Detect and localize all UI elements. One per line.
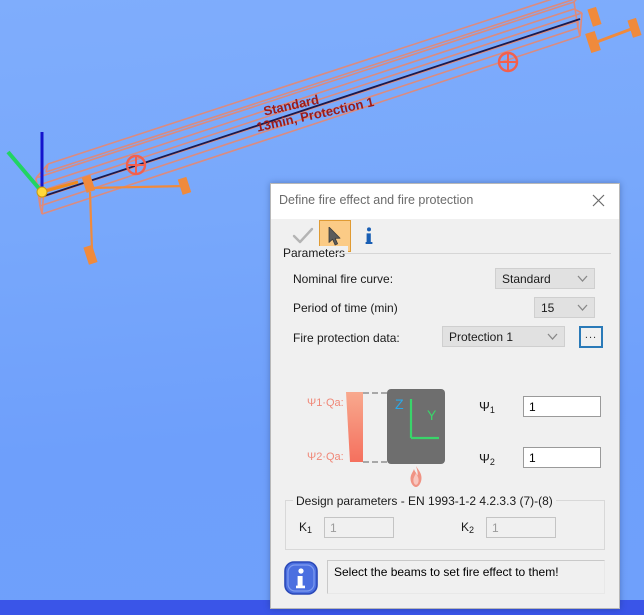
leader-line-top <box>363 392 387 394</box>
psi-2-input[interactable]: 1 <box>523 447 601 468</box>
close-button[interactable] <box>577 184 619 217</box>
psi-1-value: 1 <box>529 400 536 414</box>
check-icon <box>292 227 314 244</box>
nominal-fire-curve-value: Standard <box>502 272 551 286</box>
psi-2-symbol: Ψ <box>479 451 490 466</box>
section-axes-icon: Z Y <box>395 396 439 440</box>
k1-value: 1 <box>330 521 337 535</box>
psi-2-value: 1 <box>529 451 536 465</box>
info-icon <box>365 226 373 244</box>
period-of-time-select[interactable]: 15 <box>534 297 595 318</box>
dialog-title: Define fire effect and fire protection <box>279 193 474 207</box>
parameters-group-rule <box>335 253 611 254</box>
k1-subscript: 1 <box>307 525 313 535</box>
section-marker <box>125 154 147 176</box>
section-marker <box>497 51 519 73</box>
load-distribution-diagram <box>346 392 363 462</box>
chevron-down-icon <box>577 275 588 282</box>
flame-icon <box>410 466 422 487</box>
browse-protection-button[interactable]: ... <box>579 326 603 348</box>
psi-1-input[interactable]: 1 <box>523 396 601 417</box>
psi-2-subscript: 2 <box>489 457 495 467</box>
psi-1-symbol: Ψ <box>479 399 490 414</box>
k2-value: 1 <box>492 521 499 535</box>
k2-input[interactable]: 1 <box>486 517 556 538</box>
fire-effect-dialog: Define fire effect and fire protection P <box>270 183 620 609</box>
status-info-icon <box>284 561 318 595</box>
k2-subscript: 2 <box>469 525 475 535</box>
chevron-down-icon <box>577 304 588 311</box>
close-icon <box>592 194 604 207</box>
status-message: Select the beams to set fire effect to t… <box>327 560 605 594</box>
dialog-titlebar[interactable]: Define fire effect and fire protection <box>271 184 619 219</box>
psi-2-label: Ψ2 <box>479 451 495 467</box>
psi-1-subscript: 1 <box>489 405 495 415</box>
k1-label: K1 <box>299 520 312 535</box>
svg-text:Z: Z <box>395 396 404 412</box>
load-top-label: Ψ1·Qa: <box>307 397 344 409</box>
beam-right-end <box>573 0 583 37</box>
nominal-fire-curve-select[interactable]: Standard <box>495 268 595 289</box>
period-of-time-label: Period of time (min) <box>293 301 398 315</box>
k2-label: K2 <box>461 520 474 535</box>
status-message-text: Select the beams to set fire effect to t… <box>334 565 559 579</box>
psi-1-label: Ψ1 <box>479 399 495 415</box>
leader-line-bottom <box>363 461 387 463</box>
cursor-arrow-icon <box>328 226 341 245</box>
nominal-fire-curve-label: Nominal fire curve: <box>293 272 394 286</box>
support-right <box>585 6 642 54</box>
fire-protection-data-select[interactable]: Protection 1 <box>442 326 565 347</box>
chevron-down-icon <box>547 333 558 340</box>
period-of-time-value: 15 <box>541 301 555 315</box>
svg-text:Y: Y <box>427 407 437 423</box>
support-left <box>81 174 192 265</box>
k1-input[interactable]: 1 <box>324 517 394 538</box>
design-parameters-group-label: Design parameters - EN 1993-1-2 4.2.3.3 … <box>293 494 556 508</box>
fire-protection-data-value: Protection 1 <box>449 330 514 344</box>
load-bottom-label: Ψ2·Qa: <box>307 451 344 463</box>
fire-protection-data-label: Fire protection data: <box>293 331 400 345</box>
cross-section-box: Z Y <box>387 389 445 464</box>
k1-symbol: K <box>299 520 308 534</box>
help-button[interactable] <box>353 220 385 252</box>
k2-symbol: K <box>461 520 470 534</box>
